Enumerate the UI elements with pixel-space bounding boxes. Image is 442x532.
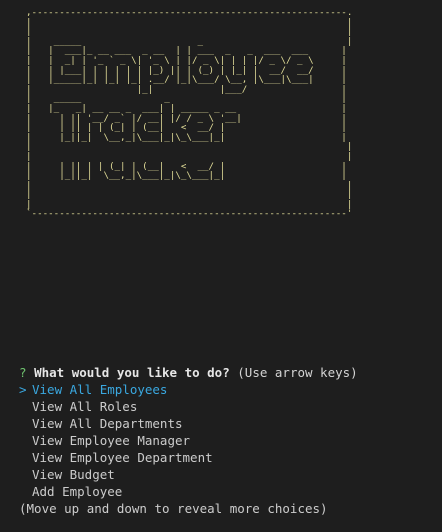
menu-item-label: Add Employee [32, 484, 123, 499]
question-mark-icon: ? [19, 365, 27, 380]
menu-item-add-employee[interactable]: Add Employee [19, 483, 213, 500]
menu-item-view-employee-department[interactable]: View Employee Department [19, 449, 213, 466]
selection-cursor-icon: > [19, 382, 27, 397]
menu-item-label: View Employee Department [32, 450, 213, 465]
menu-item-view-all-roles[interactable]: View All Roles [19, 398, 213, 415]
menu-item-label: View Employee Manager [32, 433, 191, 448]
prompt-hint: (Use arrow keys) [237, 365, 358, 380]
menu-item-label: View All Roles [32, 399, 138, 414]
menu-item-label: View All Employees [32, 382, 168, 397]
choice-list: > View All Employees View All Roles View … [19, 381, 213, 500]
menu-item-view-all-departments[interactable]: View All Departments [19, 415, 213, 432]
menu-item-view-employee-manager[interactable]: View Employee Manager [19, 432, 213, 449]
employee-tracker-ascii-banner: ,---------------------------------------… [26, 7, 353, 220]
more-choices-hint: (Move up and down to reveal more choices… [19, 501, 328, 516]
menu-item-label: View Budget [32, 467, 115, 482]
menu-item-view-all-employees[interactable]: > View All Employees [19, 381, 213, 398]
prompt-question: What would you like to do? [34, 365, 230, 380]
menu-prompt: ? What would you like to do? (Use arrow … [19, 364, 358, 381]
terminal-window: ,---------------------------------------… [0, 0, 442, 532]
menu-item-label: View All Departments [32, 416, 183, 431]
menu-item-view-budget[interactable]: View Budget [19, 466, 213, 483]
